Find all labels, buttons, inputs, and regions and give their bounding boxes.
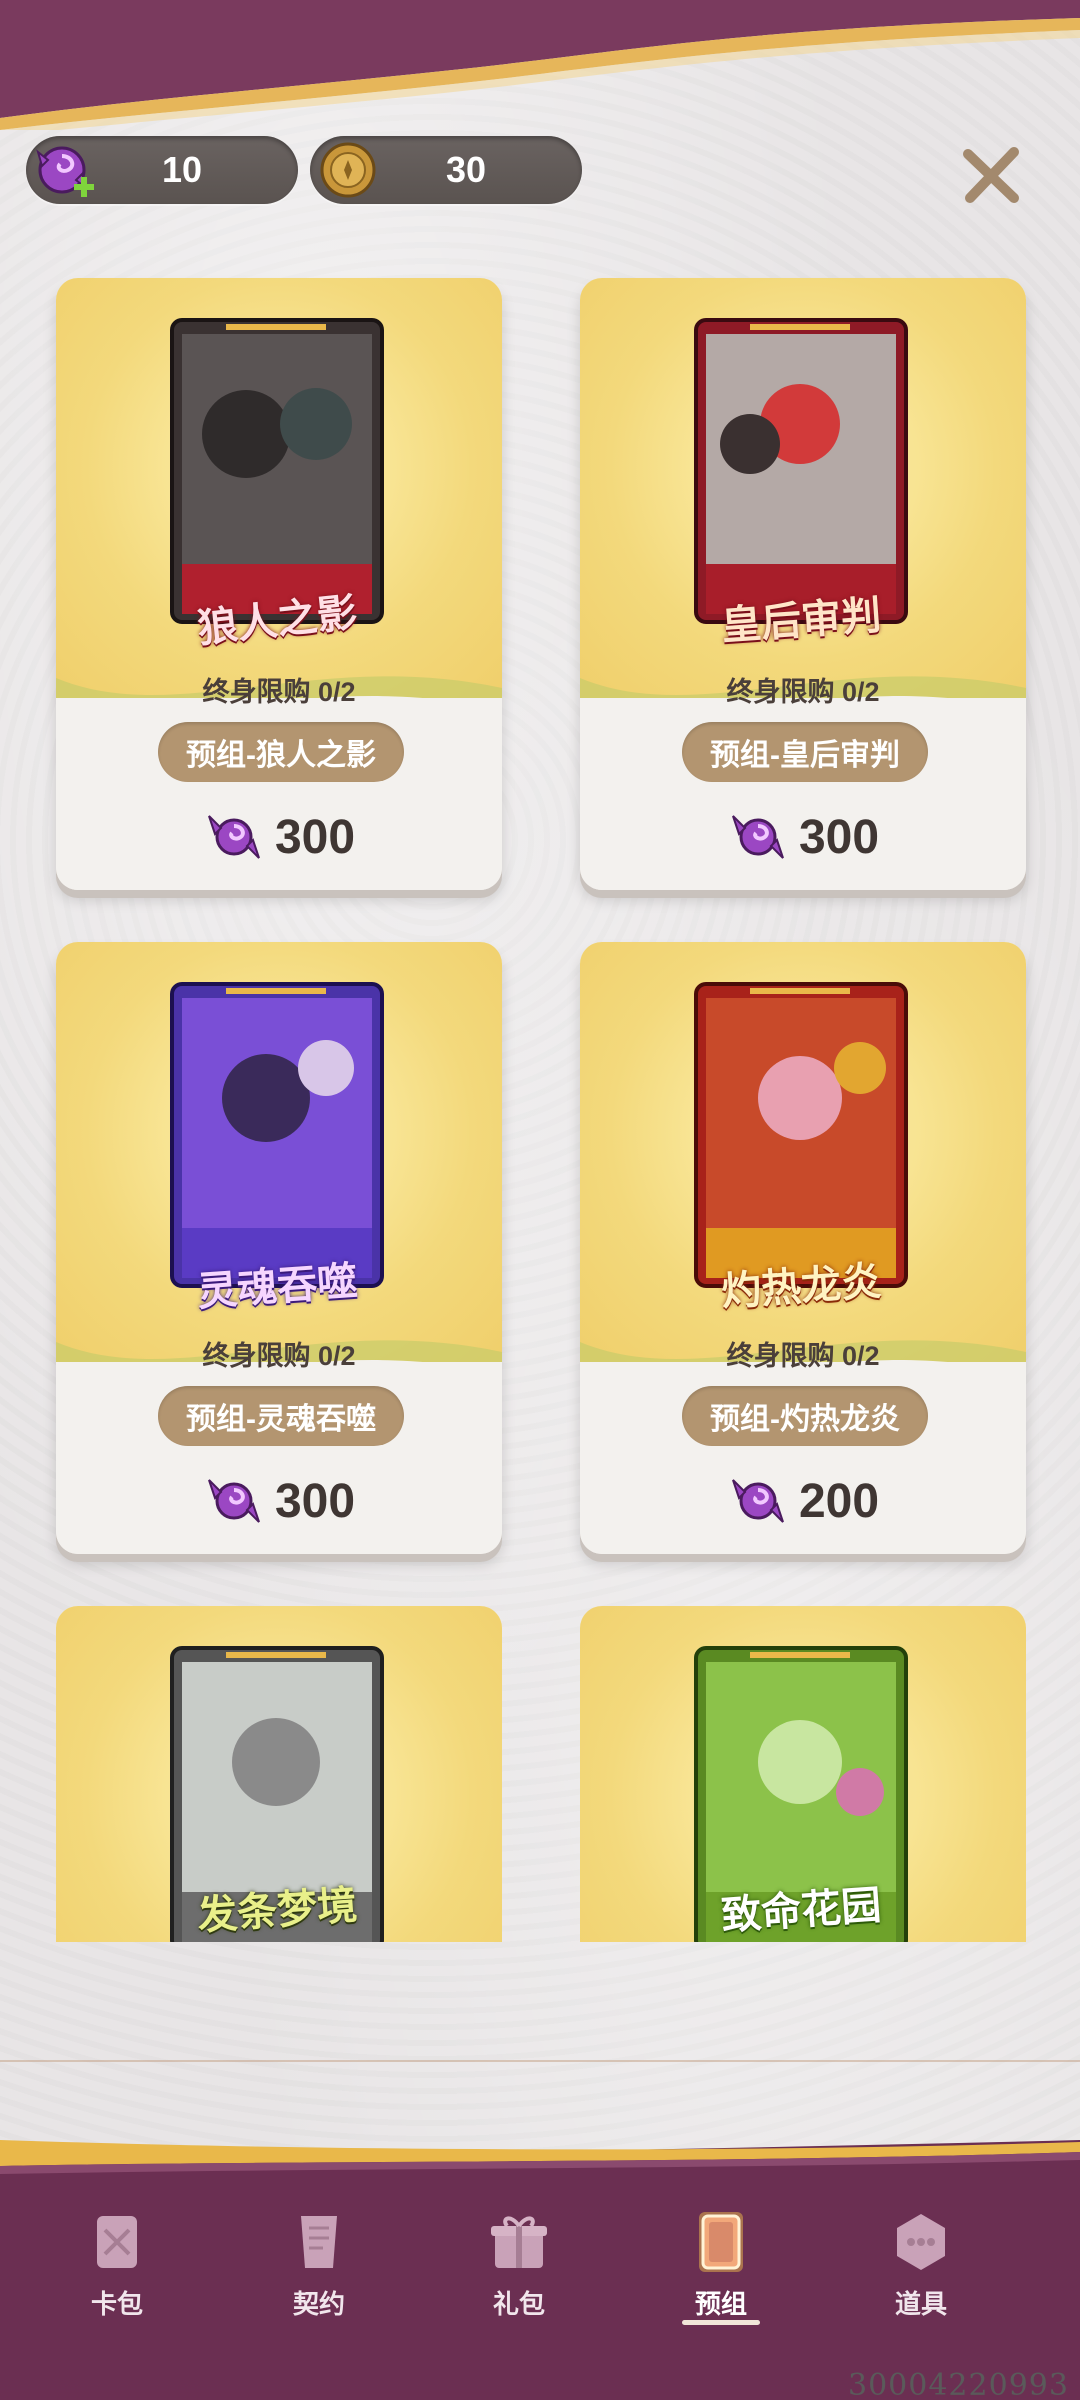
- top-banner: [0, 0, 1080, 130]
- price-value: 300: [798, 810, 880, 864]
- deck-pack-image: [694, 318, 908, 624]
- nav-item-gift[interactable]: 礼包: [454, 2210, 584, 2330]
- content-divider: [0, 2060, 1080, 2062]
- candy-icon: [732, 815, 784, 859]
- price-value: 200: [798, 1474, 880, 1528]
- price-row[interactable]: 300: [56, 1466, 502, 1536]
- price-row[interactable]: 300: [580, 802, 1026, 872]
- preset-deck-card-4[interactable]: 灼热龙炎 终身限购 0/2 预组-灼热龙炎 200: [580, 942, 1026, 1554]
- close-icon[interactable]: [958, 140, 1028, 210]
- nav-label: 契约: [292, 2289, 345, 2319]
- nav-label: 卡包: [90, 2289, 143, 2319]
- contract-icon: [301, 2216, 337, 2268]
- coin-currency-display[interactable]: 30: [310, 136, 582, 204]
- build-id: 30004220993: [848, 2368, 1069, 2400]
- active-tab-indicator: [682, 2320, 760, 2325]
- price-value: 300: [274, 1474, 356, 1528]
- preset-deck-card-3[interactable]: 灵魂吞噬 终身限购 0/2 预组-灵魂吞噬 300: [56, 942, 502, 1554]
- purchase-limit: 终身限购 0/2: [726, 1341, 880, 1371]
- card-pack-icon: [97, 2216, 137, 2268]
- nav-item-preset-deck[interactable]: 预组: [656, 2210, 786, 2330]
- purchase-limit: 终身限购 0/2: [202, 677, 356, 707]
- gift-icon: [491, 2216, 547, 2268]
- deck-pack-image: [170, 982, 384, 1288]
- items-icon: [897, 2214, 945, 2270]
- nav-label: 道具: [894, 2289, 947, 2319]
- preset-deck-card-6[interactable]: 致命花园: [580, 1606, 1026, 1942]
- deck-name: 预组-狼人之影: [158, 722, 404, 782]
- deck-name: 预组-灵魂吞噬: [158, 1386, 404, 1446]
- coin-count: 30: [445, 149, 487, 190]
- nav-item-card-pack[interactable]: 卡包: [52, 2210, 182, 2330]
- candy-icon: [732, 1479, 784, 1523]
- deck-name: 预组-皇后审判: [682, 722, 928, 782]
- candy-currency-display[interactable]: 10: [26, 136, 298, 204]
- purchase-limit: 终身限购 0/2: [202, 1341, 356, 1371]
- preset-deck-card-5[interactable]: 发条梦境: [56, 1606, 502, 1942]
- nav-label: 礼包: [492, 2289, 545, 2319]
- nav-label: 预组: [694, 2289, 747, 2319]
- candy-count: 10: [161, 149, 203, 190]
- preset-deck-card-1[interactable]: 狼人之影 终身限购 0/2 预组-狼人之影 300: [56, 278, 502, 890]
- price-row[interactable]: 200: [580, 1466, 1026, 1536]
- deck-name: 预组-灼热龙炎: [682, 1386, 928, 1446]
- deck-pack-image: [694, 982, 908, 1288]
- purchase-limit: 终身限购 0/2: [726, 677, 880, 707]
- preset-deck-card-2[interactable]: 皇后审判 终身限购 0/2 预组-皇后审判 300: [580, 278, 1026, 890]
- price-row[interactable]: 300: [56, 802, 502, 872]
- preset-deck-icon: [699, 2212, 743, 2272]
- price-value: 300: [274, 810, 356, 864]
- candy-icon: [208, 1479, 260, 1523]
- nav-item-items[interactable]: 道具: [856, 2210, 986, 2330]
- candy-icon: [208, 815, 260, 859]
- nav-item-contract[interactable]: 契约: [254, 2210, 384, 2330]
